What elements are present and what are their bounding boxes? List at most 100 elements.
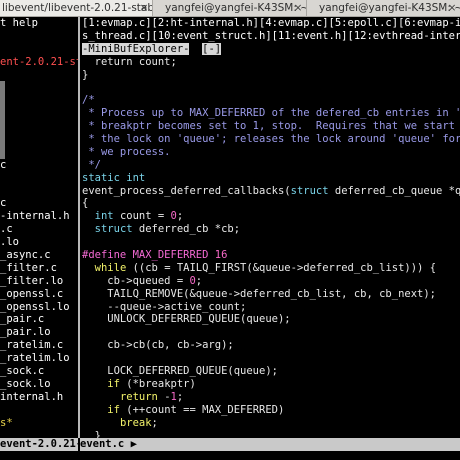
- file-list-item[interactable]: _ratelim.c: [0, 339, 78, 352]
- code-line[interactable]: * we process.: [80, 146, 460, 159]
- code-line[interactable]: #define MAX_DEFERRED 16: [80, 249, 460, 262]
- code-token: 16: [214, 249, 228, 262]
- tab-label: yangfei@yangfei-K43SM: ~/opensource/li..…: [165, 2, 306, 14]
- command-line[interactable]: [0, 451, 460, 460]
- code-token: }: [82, 68, 89, 81]
- code-token: cb->queued =: [82, 274, 190, 287]
- file-name: _pair.lo: [0, 326, 51, 339]
- code-token: struct: [94, 223, 133, 236]
- editor-pane[interactable]: [1:evmap.c][2:ht-internal.h][4:evmap.c][…: [80, 17, 460, 438]
- code-line[interactable]: int count = 0;: [80, 210, 460, 223]
- file-name: _openssl.c: [0, 287, 64, 300]
- buffer-list-line[interactable]: [1:evmap.c][2:ht-internal.h][4:evmap.c][…: [80, 17, 460, 30]
- code-line[interactable]: struct deferred_cb *cb;: [80, 223, 460, 236]
- code-line[interactable]: */: [80, 159, 460, 172]
- code-line[interactable]: [80, 352, 460, 365]
- code-line[interactable]: while ((cb = TAILQ_FIRST(&queue->deferre…: [80, 262, 460, 275]
- file-explorer-pane[interactable]: t helpent-2.0.21-stacc-internal.h.c.lo_a…: [0, 17, 78, 448]
- code-line[interactable]: event_process_deferred_callbacks(struct …: [80, 185, 460, 198]
- file-name: internal.h: [0, 390, 64, 403]
- code-line[interactable]: }: [80, 430, 460, 439]
- code-token: if: [107, 377, 120, 390]
- minibufexplorer-title[interactable]: -MiniBufExplorer- [-]: [80, 42, 460, 56]
- code-token: {: [82, 197, 89, 210]
- file-list-item[interactable]: s*: [0, 417, 78, 430]
- file-name: _ratelim.lo: [0, 352, 70, 365]
- code-line[interactable]: * the lock on 'queue'; releases the lock…: [80, 133, 460, 146]
- code-line[interactable]: return count;: [80, 56, 460, 69]
- code-line[interactable]: [80, 236, 460, 249]
- tab-vim[interactable]: libevent/libevent-2.0.21-stable) - VIM ×: [0, 0, 152, 16]
- file-list-item[interactable]: [0, 81, 78, 95]
- close-icon[interactable]: ×: [446, 0, 458, 16]
- code-token: struct: [290, 184, 329, 197]
- code-line[interactable]: cb->cb(cb, cb->arg);: [80, 339, 460, 352]
- file-name: _sock.c: [0, 365, 45, 378]
- code-token: */: [82, 158, 101, 171]
- code-token: UNLOCK_DEFERRED_QUEUE(queue);: [82, 313, 291, 326]
- close-icon[interactable]: ×: [292, 0, 304, 16]
- file-list-item[interactable]: _filter.lo: [0, 275, 78, 288]
- code-line[interactable]: static int: [80, 172, 460, 185]
- code-line[interactable]: --queue->active_count;: [80, 301, 460, 314]
- code-line[interactable]: UNLOCK_DEFERRED_QUEUE(queue);: [80, 313, 460, 326]
- buffer-list-line[interactable]: s_thread.c][10:event_struct.h][11:event.…: [80, 30, 460, 43]
- file-list-item[interactable]: _filter.c: [0, 262, 78, 275]
- code-line[interactable]: if (*breakptr): [80, 378, 460, 391]
- file-list-item[interactable]: _openssl.lo: [0, 301, 78, 314]
- code-line[interactable]: TAILQ_REMOVE(&queue->deferred_cb_list, c…: [80, 288, 460, 301]
- code-line[interactable]: * breakptr becomes set to 1, stop. Requi…: [80, 120, 460, 133]
- file-list-item[interactable]: [0, 43, 78, 56]
- code-line[interactable]: break;: [80, 417, 460, 430]
- file-list-item[interactable]: c: [0, 197, 78, 210]
- code-line[interactable]: [80, 326, 460, 339]
- file-list-item[interactable]: _pair.c: [0, 313, 78, 326]
- code-token: while: [94, 261, 127, 274]
- file-list-item[interactable]: _openssl.c: [0, 288, 78, 301]
- file-list-item[interactable]: [0, 404, 78, 417]
- file-list-item[interactable]: -internal.h: [0, 210, 78, 223]
- code-line[interactable]: cb->queued = 0;: [80, 275, 460, 288]
- file-list-item[interactable]: [0, 133, 78, 146]
- file-list-item[interactable]: [0, 30, 78, 43]
- code-line[interactable]: return -1;: [80, 391, 460, 404]
- file-list-item[interactable]: [0, 107, 78, 121]
- file-list-item[interactable]: _sock.lo: [0, 378, 78, 391]
- code-token: * breakptr becomes set to 1, stop. Requi…: [88, 120, 455, 133]
- file-name: ent-2.0.21-sta: [0, 55, 78, 68]
- file-list-item[interactable]: [0, 94, 78, 108]
- code-line[interactable]: {: [80, 197, 460, 210]
- file-list-item[interactable]: ent-2.0.21-sta: [0, 56, 78, 69]
- file-name: _openssl.lo: [0, 300, 70, 313]
- file-name: -internal.h: [0, 210, 70, 223]
- file-list-item[interactable]: _async.c: [0, 249, 78, 262]
- file-list-item[interactable]: [0, 120, 78, 133]
- close-icon[interactable]: ×: [138, 0, 150, 16]
- file-list-item[interactable]: [0, 145, 78, 159]
- file-list-item[interactable]: internal.h: [0, 391, 78, 404]
- file-name: .lo: [0, 236, 19, 249]
- code-token: --queue->active_count;: [82, 300, 247, 313]
- tab-terminal-2[interactable]: yangfei@yangfei-K43SM: ~/opensource/li..…: [306, 0, 460, 16]
- file-list-item[interactable]: c: [0, 159, 78, 172]
- file-list-item[interactable]: [0, 172, 78, 185]
- file-list-item[interactable]: t help: [0, 17, 78, 30]
- file-list-item[interactable]: .lo: [0, 236, 78, 249]
- code-line[interactable]: if (++count == MAX_DEFERRED): [80, 404, 460, 417]
- code-line[interactable]: /*: [80, 94, 460, 107]
- code-line[interactable]: LOCK_DEFERRED_QUEUE(queue);: [80, 365, 460, 378]
- file-list-item[interactable]: [0, 69, 78, 82]
- code-line[interactable]: [80, 81, 460, 94]
- code-line[interactable]: * Process up to MAX_DEFERRED of the defe…: [80, 107, 460, 120]
- file-list-item[interactable]: _ratelim.lo: [0, 352, 78, 365]
- tab-terminal-1[interactable]: yangfei@yangfei-K43SM: ~/opensource/li..…: [152, 0, 306, 16]
- code-token: ;: [176, 390, 184, 403]
- file-list-item[interactable]: _pair.lo: [0, 326, 78, 339]
- file-list-item[interactable]: .c: [0, 223, 78, 236]
- file-list-item[interactable]: [0, 185, 78, 198]
- file-list-item[interactable]: _sock.c: [0, 365, 78, 378]
- code-line[interactable]: }: [80, 69, 460, 82]
